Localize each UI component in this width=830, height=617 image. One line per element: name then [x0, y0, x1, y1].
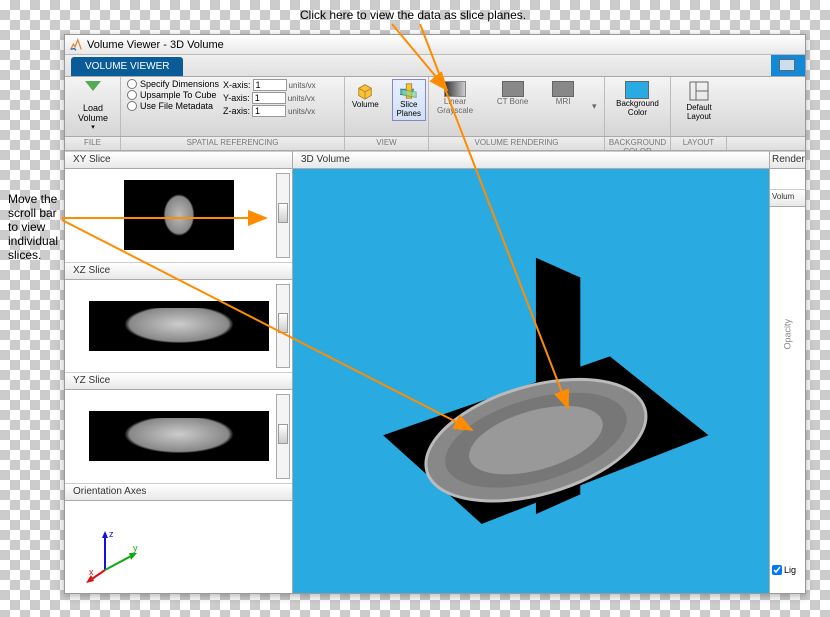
load-volume-button[interactable]: Load Volume ▾	[71, 79, 115, 133]
rendering-tab[interactable]: Render	[770, 151, 805, 169]
orientation-axes-icon: z y x	[85, 525, 145, 585]
background-color-button[interactable]: Background Color	[612, 79, 663, 119]
slice-planes-icon	[400, 82, 418, 100]
z-axis-input[interactable]	[252, 105, 286, 117]
download-icon	[85, 81, 101, 91]
window-title: Volume Viewer - 3D Volume	[87, 39, 224, 51]
toolstrip: Load Volume ▾ Specify Dimensions Upsampl…	[65, 77, 805, 137]
right-panel: Render Volum Opacity Lig	[769, 151, 805, 593]
volume-view-button[interactable]: Volume	[347, 79, 384, 112]
annotation-top: Click here to view the data as slice pla…	[300, 8, 526, 22]
upsample-radio[interactable]: Upsample To Cube	[127, 90, 219, 100]
save-icon[interactable]	[771, 55, 805, 76]
mri-button[interactable]: MRI	[546, 79, 580, 108]
yz-slice-tab[interactable]: YZ Slice	[65, 372, 292, 390]
specify-dimensions-radio[interactable]: Specify Dimensions	[127, 79, 219, 89]
xy-slice-tab[interactable]: XY Slice	[65, 151, 292, 169]
matlab-icon	[69, 38, 83, 52]
3d-volume-tab[interactable]: 3D Volume	[293, 151, 769, 169]
y-axis-input[interactable]	[252, 92, 286, 104]
x-axis-input[interactable]	[253, 79, 287, 91]
svg-text:y: y	[133, 543, 138, 553]
lighting-checkbox[interactable]	[772, 565, 782, 575]
xz-slice-image	[89, 301, 269, 351]
app-window: Volume Viewer - 3D Volume VOLUME VIEWER …	[64, 34, 806, 594]
left-panel: XY Slice XZ Slice YZ Slice Orientation A…	[65, 151, 293, 593]
linear-grayscale-button[interactable]: Linear Grayscale	[431, 79, 479, 117]
svg-text:z: z	[109, 529, 114, 539]
ribbon-tab-row: VOLUME VIEWER	[65, 55, 805, 77]
annotation-left: Move the scroll bar to view individual s…	[8, 192, 68, 262]
tab-volume-viewer[interactable]: VOLUME VIEWER	[71, 57, 183, 76]
color-swatch-icon	[625, 81, 649, 99]
toolstrip-labels: FILE SPATIAL REFERENCING VIEW VOLUME REN…	[65, 137, 805, 151]
xy-scrollbar[interactable]	[276, 173, 290, 258]
yz-slice-image	[89, 411, 269, 461]
3d-viewport[interactable]	[293, 169, 769, 593]
xy-slice-image	[124, 180, 234, 250]
slice-planes-button[interactable]: Slice Planes	[392, 79, 426, 121]
volume-sub-tab[interactable]: Volum	[770, 189, 805, 207]
layout-icon	[689, 81, 709, 101]
cube-icon	[356, 82, 374, 100]
orientation-axes-tab[interactable]: Orientation Axes	[65, 483, 292, 501]
ct-bone-button[interactable]: CT Bone	[491, 79, 534, 108]
yz-scrollbar[interactable]	[276, 394, 290, 479]
slice-planes-render	[293, 169, 769, 593]
title-bar: Volume Viewer - 3D Volume	[65, 35, 805, 55]
xz-scrollbar[interactable]	[276, 284, 290, 369]
rendering-dropdown[interactable]: ▾	[592, 101, 602, 112]
use-metadata-radio[interactable]: Use File Metadata	[127, 101, 219, 111]
default-layout-button[interactable]: Default Layout	[677, 79, 721, 123]
xz-slice-tab[interactable]: XZ Slice	[65, 262, 292, 280]
opacity-label: Opacity	[783, 315, 793, 350]
svg-text:x: x	[89, 567, 94, 577]
